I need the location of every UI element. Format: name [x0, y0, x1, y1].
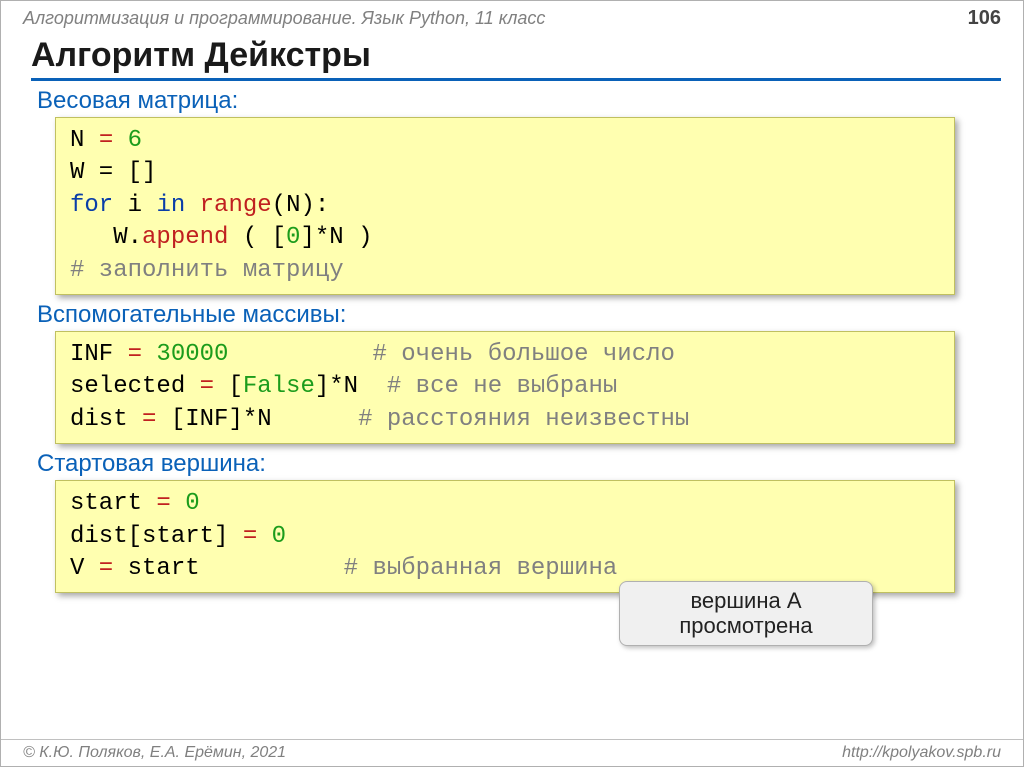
callout-line1: вершина A — [630, 588, 862, 613]
slide: Алгоритмизация и программирование. Язык … — [0, 0, 1024, 767]
code-text: V — [70, 555, 84, 582]
code-text: SELECTED — [70, 373, 185, 400]
code-text: W. — [70, 224, 142, 251]
code-text: i — [113, 192, 156, 219]
code-text — [185, 192, 199, 219]
code-bool: False — [243, 373, 315, 400]
code-comment: # все не выбраны — [387, 373, 617, 400]
callout-line2: просмотрена — [630, 613, 862, 638]
code-text: start — [70, 490, 142, 517]
code-comment: # заполнить матрицу — [70, 257, 344, 284]
code-text: start — [128, 555, 344, 582]
code-number: 6 — [128, 127, 142, 154]
code-func: append — [142, 224, 228, 251]
code-keyword: for — [70, 192, 113, 219]
code-block-3: start = 0 dist[start] = 0 V = start # вы… — [55, 480, 955, 593]
code-number: 0 — [286, 224, 300, 251]
code-text: ]*N ) — [300, 224, 372, 251]
code-text: DIST — [70, 406, 128, 433]
page-number: 106 — [968, 7, 1001, 30]
code-text: [INF]*N — [171, 406, 358, 433]
footer-url: http://kpolyakov.spb.ru — [842, 744, 1001, 762]
code-text — [228, 341, 372, 368]
breadcrumb: Алгоритмизация и программирование. Язык … — [23, 8, 545, 29]
code-op: = — [142, 490, 185, 517]
section-heading-start-vertex: Стартовая вершина: — [37, 450, 1023, 478]
code-op: = — [99, 127, 113, 154]
section-heading-aux-arrays: Вспомогательные массивы: — [37, 301, 1023, 329]
page-title: Алгоритм Дейкстры — [31, 36, 1001, 81]
code-comment: # расстояния неизвестны — [358, 406, 689, 433]
code-number: 0 — [185, 490, 199, 517]
code-op: = — [128, 341, 142, 368]
code-text: ( [ — [228, 224, 286, 251]
code-number: 0 — [272, 523, 286, 550]
code-op: = — [128, 406, 171, 433]
code-op: = — [228, 523, 271, 550]
code-text: INF — [70, 341, 128, 368]
code-func: range — [200, 192, 272, 219]
section-heading-weight-matrix: Весовая матрица: — [37, 87, 1023, 115]
code-text: W = [] — [70, 159, 156, 186]
code-text — [142, 341, 156, 368]
code-block-2: INF = 30000 # очень большое число SELECT… — [55, 331, 955, 444]
code-keyword: in — [156, 192, 185, 219]
code-comment: # очень большое число — [372, 341, 674, 368]
code-number: 30000 — [156, 341, 228, 368]
code-text: N — [70, 127, 99, 154]
code-comment: # выбранная вершина — [344, 555, 618, 582]
header-bar: Алгоритмизация и программирование. Язык … — [1, 1, 1023, 32]
code-block-1: N = 6 W = [] for i in range(N): W.append… — [55, 117, 955, 295]
code-op: = — [84, 555, 127, 582]
footer: © К.Ю. Поляков, Е.А. Ерёмин, 2021 http:/… — [1, 739, 1023, 766]
callout-box: вершина A просмотрена — [619, 581, 873, 646]
code-text — [113, 127, 127, 154]
code-text: (N): — [272, 192, 330, 219]
copyright: © К.Ю. Поляков, Е.А. Ерёмин, 2021 — [23, 744, 286, 762]
code-text: [ — [228, 373, 242, 400]
code-text: ]*N — [315, 373, 387, 400]
code-text: dist[start] — [70, 523, 228, 550]
code-op: = — [185, 373, 228, 400]
